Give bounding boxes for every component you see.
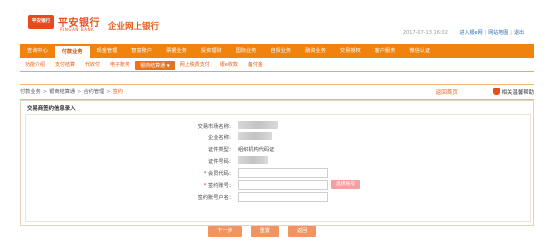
row-company: 企业名称： (26, 132, 530, 142)
row-market: 交易市场名称： (26, 121, 530, 131)
nav-wechat-auth[interactable]: 微信认证 (402, 44, 437, 58)
account-name-input[interactable] (238, 192, 328, 202)
contract-account-input[interactable] (238, 180, 328, 190)
next-button[interactable]: 下一步 (208, 226, 242, 237)
nav-payment[interactable]: 付款业务 (54, 44, 90, 58)
sub-merchant-settlement[interactable]: 银商结算通 ▼ (135, 61, 175, 70)
select-account-button[interactable]: 选择账号 (331, 180, 361, 189)
company-value-redacted (238, 132, 272, 140)
form-body: 交易市场名称： 企业名称： 证件类型： 组织机构代码证 证件号码： * 会员代码… (25, 114, 531, 222)
nav-free-trade[interactable]: 自贸业务 (263, 44, 298, 58)
sub-nav: 功能介绍 支付结算 代收付 电子账务 银商结算通 ▼ 网上税费支付 银e收款 备… (20, 60, 534, 72)
divider: | (484, 30, 487, 36)
crumb-current: 签约 (112, 89, 123, 95)
member-label: * 会员代码： (204, 170, 234, 177)
top-links: 2017-07-13 16:02 进入银e网 | 网站地图 | 退出 (403, 29, 524, 36)
cert-type-value: 组织机构代码证 (238, 147, 275, 153)
sub-online-tax[interactable]: 网上税费支付 (175, 61, 215, 70)
action-buttons: 下一步 重置 返回 (208, 226, 348, 238)
nav-international[interactable]: 国际业务 (229, 44, 264, 58)
member-code-input[interactable] (238, 168, 328, 178)
member-label-text: 会员代码： (208, 171, 234, 177)
bank-name-en: PINGAN BANK (60, 27, 95, 32)
contract-account-label: * 签约账号： (204, 182, 234, 189)
panel-title: 交易商签约信息录入 (27, 106, 76, 112)
row-contract-account: * 签约账号： 选择账号 (26, 180, 530, 190)
back-button[interactable]: 返回 (287, 226, 317, 237)
sub-merchant-settlement-label: 银商结算通 (140, 63, 166, 69)
top-banner: 平安银行 平安银行 PINGAN BANK 企业网上银行 2017-07-13 … (0, 0, 554, 42)
form-panel: 交易商签约信息录入 交易市场名称： 企业名称： 证件类型： 组织机构代码证 证件… (20, 100, 534, 226)
market-label: 交易市场名称： (197, 124, 234, 130)
reset-button[interactable]: 重置 (250, 226, 279, 237)
chevron-down-icon: ▼ (166, 63, 170, 68)
crumb-item[interactable]: 付款业务 (20, 89, 41, 95)
nav-query-center[interactable]: 查询中心 (20, 44, 55, 58)
help-label: 相关温馨帮助 (501, 90, 534, 96)
crumb-separator: > (106, 89, 111, 95)
row-account-name: 签约账号户名： (26, 192, 530, 202)
sub-e-account[interactable]: 电子账务 (105, 61, 135, 70)
cert-no-label: 证件号码： (208, 159, 234, 165)
logout-link[interactable]: 退出 (514, 30, 524, 36)
help-icon (492, 88, 500, 95)
sub-reserve[interactable]: 备付金 (243, 61, 268, 70)
nav-financing[interactable]: 融资业务 (298, 44, 333, 58)
nav-wealth-account[interactable]: 智富账户 (124, 44, 159, 58)
cert-type-label: 证件类型： (208, 147, 234, 153)
home-link[interactable]: 返回首页 (436, 88, 458, 96)
cert-no-value-redacted (238, 156, 268, 164)
nav-investment[interactable]: 投资理财 (194, 44, 229, 58)
market-value-redacted (238, 121, 278, 129)
help-link[interactable]: 相关温馨帮助 (492, 88, 534, 96)
divider: | (510, 30, 512, 36)
breadcrumb: 付款业务 > 银商结算通 > 合约管理 > 签约 (20, 88, 123, 95)
sub-collect-pay[interactable]: 代收付 (80, 61, 105, 70)
enter-site-link[interactable]: 进入银e网 (460, 30, 483, 36)
nav-customer-service[interactable]: 客户服务 (368, 44, 403, 58)
datetime: 2017-07-13 16:02 (402, 30, 448, 36)
account-name-label: 签约账号户名： (197, 195, 234, 201)
sub-intro[interactable]: 功能介绍 (20, 61, 50, 70)
contract-account-label-text: 签约账号： (208, 183, 234, 189)
portal-title: 企业网上银行 (108, 22, 160, 32)
crumb-item[interactable]: 合约管理 (83, 89, 104, 95)
crumb-item[interactable]: 银商结算通 (49, 89, 75, 95)
nav-bills[interactable]: 票据业务 (159, 44, 194, 58)
row-cert-type: 证件类型： 组织机构代码证 (26, 144, 530, 154)
company-label: 企业名称： (208, 135, 234, 141)
crumb-separator: > (77, 89, 82, 95)
nav-authorization[interactable]: 交易授权 (333, 44, 368, 58)
sub-e-receive[interactable]: 银e收款 (215, 61, 243, 70)
row-member: * 会员代码： (26, 168, 530, 178)
bank-logo[interactable]: 平安银行 (28, 15, 54, 29)
main-nav: 查询中心 付款业务 现金管理 智富账户 票据业务 投资理财 国际业务 自贸业务 … (20, 44, 534, 58)
breadcrumb-bar: 付款业务 > 银商结算通 > 合约管理 > 签约 返回首页 相关温馨帮助 (20, 84, 534, 100)
sub-settlement[interactable]: 支付结算 (50, 61, 80, 70)
site-map-link[interactable]: 网站地图 (488, 30, 508, 36)
required-mark: * (203, 171, 207, 177)
required-mark: * (203, 183, 207, 189)
crumb-separator: > (42, 89, 48, 95)
row-cert-no: 证件号码： (26, 156, 530, 166)
nav-cash-management[interactable]: 现金管理 (90, 44, 125, 58)
